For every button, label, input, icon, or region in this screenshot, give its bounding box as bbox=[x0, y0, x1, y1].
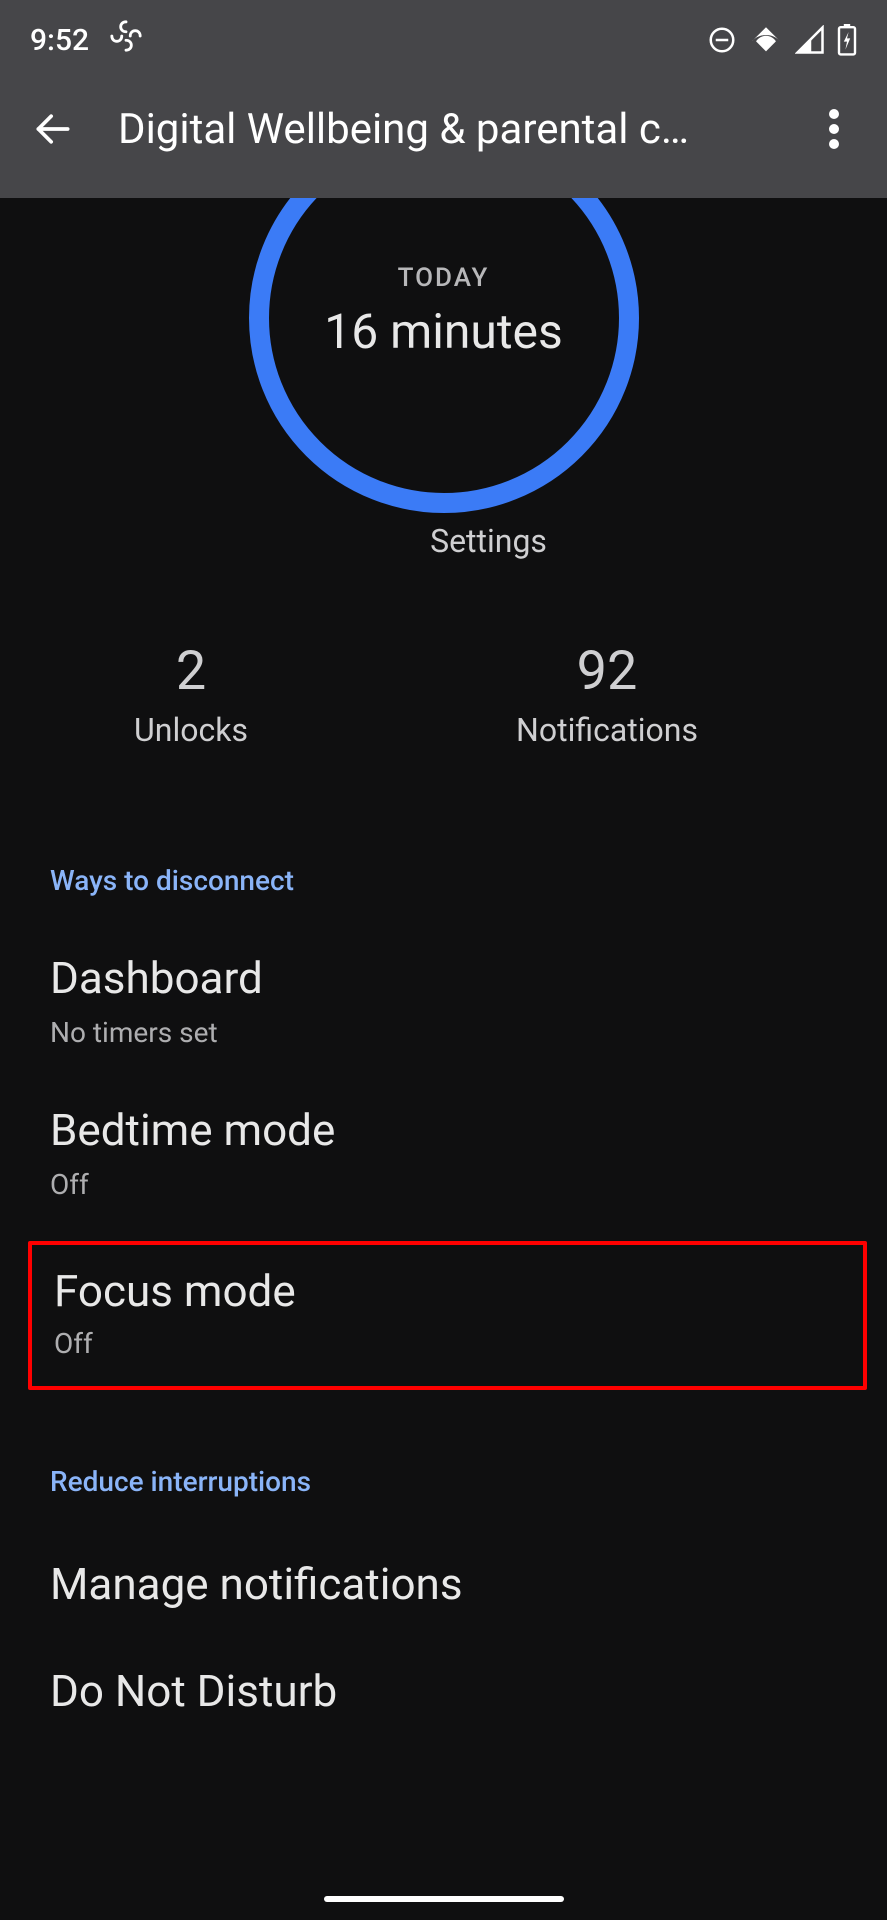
dashboard-subtitle: No timers set bbox=[50, 1016, 837, 1049]
clock: 9:52 bbox=[30, 23, 89, 58]
bedtime-mode-item[interactable]: Bedtime mode Off bbox=[0, 1104, 887, 1201]
signal-icon bbox=[795, 25, 825, 55]
wifi-icon bbox=[749, 23, 783, 57]
arrow-left-icon bbox=[31, 107, 75, 151]
stats-row: 2 Unlocks 92 Notifications bbox=[0, 640, 887, 749]
dashboard-title: Dashboard bbox=[50, 952, 837, 1004]
back-button[interactable] bbox=[8, 84, 98, 174]
status-left: 9:52 bbox=[30, 19, 143, 61]
dnd-title: Do Not Disturb bbox=[50, 1665, 837, 1717]
android-status-bar: 9:52 bbox=[0, 0, 887, 60]
notifications-stat[interactable]: 92 Notifications bbox=[516, 640, 698, 749]
usage-ring-value: 16 minutes bbox=[324, 303, 563, 360]
gesture-nav-bar[interactable] bbox=[324, 1896, 564, 1902]
notifications-label: Notifications bbox=[516, 711, 698, 749]
usage-ring-today-label: TODAY bbox=[398, 263, 490, 293]
unlocks-stat[interactable]: 2 Unlocks bbox=[134, 640, 248, 749]
unlocks-label: Unlocks bbox=[134, 711, 248, 749]
focus-title: Focus mode bbox=[54, 1265, 841, 1317]
more-vert-icon bbox=[829, 109, 839, 149]
focus-subtitle: Off bbox=[54, 1327, 841, 1360]
battery-charging-icon bbox=[837, 24, 857, 56]
usage-ring-area[interactable]: TODAY 16 minutes Settings bbox=[0, 198, 887, 560]
dashboard-item[interactable]: Dashboard No timers set bbox=[0, 952, 887, 1049]
status-right bbox=[707, 23, 857, 57]
section-ways-to-disconnect: Ways to disconnect bbox=[0, 864, 887, 897]
unlocks-value: 2 bbox=[176, 640, 206, 703]
usage-ring-labels: TODAY 16 minutes bbox=[204, 263, 684, 360]
app-bar-title: Digital Wellbeing & parental c… bbox=[98, 105, 789, 154]
usage-ring: TODAY 16 minutes bbox=[204, 198, 684, 498]
dnd-indicator-icon bbox=[707, 25, 737, 55]
bedtime-title: Bedtime mode bbox=[50, 1104, 837, 1156]
overflow-menu-button[interactable] bbox=[789, 84, 879, 174]
notifications-value: 92 bbox=[577, 640, 638, 703]
content-scroll[interactable]: TODAY 16 minutes Settings 2 Unlocks 92 N… bbox=[0, 198, 887, 1920]
pinwheel-icon bbox=[109, 19, 143, 61]
bedtime-subtitle: Off bbox=[50, 1168, 837, 1201]
section-reduce-interruptions: Reduce interruptions bbox=[0, 1465, 887, 1498]
app-bar: Digital Wellbeing & parental c… bbox=[0, 60, 887, 198]
focus-mode-item[interactable]: Focus mode Off bbox=[28, 1241, 867, 1390]
manage-notifications-title: Manage notifications bbox=[50, 1558, 837, 1610]
do-not-disturb-item[interactable]: Do Not Disturb bbox=[0, 1665, 887, 1717]
manage-notifications-item[interactable]: Manage notifications bbox=[0, 1558, 887, 1610]
